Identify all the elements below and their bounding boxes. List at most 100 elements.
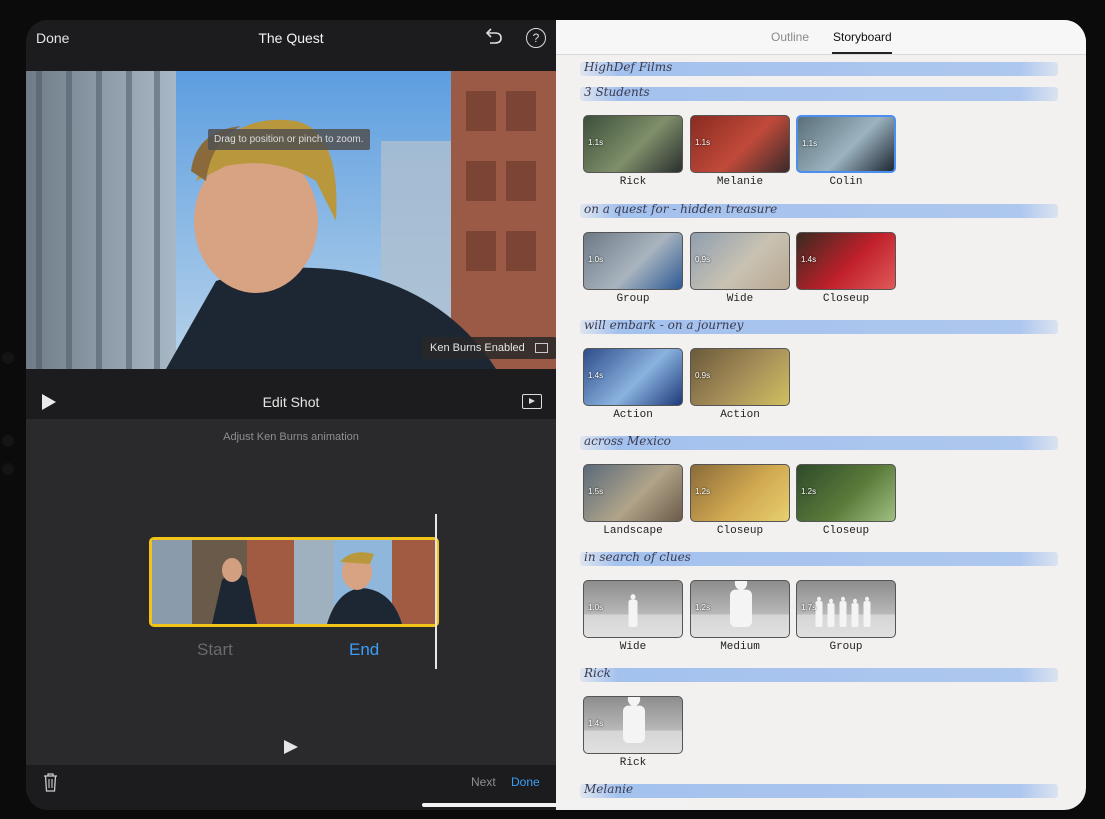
clip-label: Colin	[829, 176, 863, 188]
edit-shot-title: Edit Shot	[262, 394, 320, 410]
clip-thumbnail[interactable]: 1.0s	[583, 580, 683, 638]
storyboard-clip[interactable]: 1.4s Action	[583, 348, 683, 421]
storyboard-clip[interactable]: 1.0s Wide	[583, 580, 683, 653]
tab-outline[interactable]: Outline	[771, 30, 809, 44]
clip-label: Action	[720, 409, 760, 421]
storyboard-clip[interactable]: 1.0s Group	[583, 232, 683, 305]
clip-strip-frames	[152, 540, 436, 624]
clip-thumbnail[interactable]: 1.5s	[583, 464, 683, 522]
clip-thumbnail[interactable]: 1.1s	[796, 115, 896, 173]
clip-duration: 1.4s	[801, 255, 817, 264]
section-title[interactable]: HighDef Films	[584, 60, 672, 74]
storyboard-clip[interactable]: 0.9s Wide	[690, 232, 790, 305]
ken-burns-clip-strip[interactable]	[149, 537, 439, 627]
clip-duration: 0.9s	[695, 255, 711, 264]
ipad-screen: Done The Quest ? Drag to position or pin…	[26, 20, 1086, 810]
video-viewer[interactable]: Drag to position or pinch to zoom.	[26, 71, 556, 369]
ken-burns-label: Ken Burns Enabled	[430, 342, 525, 354]
edit-shot-bar: Edit Shot	[26, 385, 556, 419]
clip-label: Melanie	[716, 176, 764, 188]
clip-thumbnail[interactable]: 1.7s	[796, 580, 896, 638]
editor-pane: Done The Quest ? Drag to position or pin…	[26, 20, 556, 810]
section-title[interactable]: 3 Students	[584, 85, 650, 99]
undo-icon[interactable]	[483, 26, 505, 48]
clip-duration: 1.1s	[802, 139, 818, 148]
storyboard-clip[interactable]: 1.5s Landscape	[583, 464, 683, 537]
home-indicator	[422, 803, 690, 807]
clip-label: Medium	[720, 641, 760, 653]
clip-label: Action	[613, 409, 653, 421]
clip-thumbnail[interactable]: 1.4s	[796, 232, 896, 290]
clip-thumbnail[interactable]: 1.4s	[583, 696, 683, 754]
clip-duration: 1.2s	[695, 603, 711, 612]
end-button[interactable]: End	[349, 640, 379, 660]
section-title[interactable]: Rick	[584, 666, 611, 680]
section-title[interactable]: on a quest for - hidden treasure	[584, 202, 777, 216]
storyboard-clip[interactable]: 1.2s Closeup	[690, 464, 790, 537]
section-title-stripe	[580, 87, 1058, 101]
clip-thumbnail[interactable]: 1.2s	[796, 464, 896, 522]
clip-thumbnail[interactable]: 1.1s	[583, 115, 683, 173]
storyboard-clip[interactable]: 0.9s Action	[690, 348, 790, 421]
viewer-frame-image	[26, 71, 556, 369]
clip-thumbnail[interactable]: 1.1s	[690, 115, 790, 173]
storyboard-clip[interactable]: 1.1s Rick	[583, 115, 683, 188]
section-title[interactable]: Melanie	[584, 782, 633, 796]
clip-duration: 1.5s	[588, 487, 604, 496]
storyboard-clip[interactable]: 1.1s Colin	[796, 115, 896, 188]
storyboard-clip[interactable]: 1.7s Group	[796, 580, 896, 653]
storyboard-clip[interactable]: 1.2s Medium	[690, 580, 790, 653]
active-tab-indicator	[832, 52, 892, 54]
adjust-instructions: Adjust Ken Burns animation	[223, 431, 359, 443]
side-dot	[2, 352, 14, 364]
view-switcher: Outline Storyboard	[556, 20, 1086, 55]
next-button[interactable]: Next	[471, 775, 496, 789]
section-title[interactable]: across Mexico	[584, 434, 671, 448]
clip-label: Rick	[619, 176, 647, 188]
clip-thumbnail[interactable]: 0.9s	[690, 348, 790, 406]
storyboard-pane: Outline Storyboard HighDef Films 3 Studen…	[556, 20, 1086, 810]
clip-duration: 1.2s	[695, 487, 711, 496]
clip-label: Landscape	[603, 525, 663, 537]
clip-duration: 1.1s	[588, 138, 604, 147]
clip-thumbnail[interactable]: 0.9s	[690, 232, 790, 290]
section-title-stripe	[580, 784, 1058, 798]
clip-thumbnail[interactable]: 1.4s	[583, 348, 683, 406]
clip-label: Closeup	[716, 525, 764, 537]
clip-duration: 0.9s	[695, 371, 711, 380]
playhead[interactable]	[435, 514, 437, 669]
section-title[interactable]: will embark - on a journey	[584, 318, 743, 332]
project-title: The Quest	[258, 30, 324, 46]
top-toolbar: Done The Quest ?	[26, 20, 556, 56]
section-title[interactable]: in search of clues	[584, 550, 691, 564]
help-icon[interactable]: ?	[526, 28, 546, 48]
storyboard-clip[interactable]: 1.1s Melanie	[690, 115, 790, 188]
clip-label: Closeup	[822, 525, 870, 537]
preview-play-icon[interactable]	[284, 740, 298, 754]
clip-duration: 1.0s	[588, 255, 604, 264]
storyboard-clip[interactable]: 1.2s Closeup	[796, 464, 896, 537]
clip-label: Group	[829, 641, 863, 653]
clip-label: Wide	[726, 293, 754, 305]
start-button[interactable]: Start	[197, 640, 233, 660]
done-edit-button[interactable]: Done	[511, 775, 540, 789]
clip-thumbnail[interactable]: 1.2s	[690, 464, 790, 522]
tab-storyboard[interactable]: Storyboard	[833, 30, 892, 44]
clip-thumbnail[interactable]: 1.2s	[690, 580, 790, 638]
storyboard-clip[interactable]: 1.4s Closeup	[796, 232, 896, 305]
clip-duration: 1.7s	[801, 603, 817, 612]
fullscreen-icon[interactable]	[522, 394, 542, 409]
storyboard-clip[interactable]: 1.4s Rick	[583, 696, 683, 769]
clip-label: Rick	[619, 757, 647, 769]
section-title-stripe	[580, 668, 1058, 682]
clip-label: Group	[616, 293, 650, 305]
ken-burns-editor: Adjust Ken Burns animation Start End	[26, 419, 556, 765]
ken-burns-icon	[534, 343, 548, 353]
trash-icon[interactable]	[43, 773, 58, 792]
clip-thumbnail[interactable]: 1.0s	[583, 232, 683, 290]
drag-hint-tooltip: Drag to position or pinch to zoom.	[208, 129, 370, 150]
clip-duration: 1.0s	[588, 603, 604, 612]
side-dot	[2, 463, 14, 475]
clip-duration: 1.4s	[588, 371, 604, 380]
ken-burns-badge[interactable]: Ken Burns Enabled	[422, 337, 556, 359]
